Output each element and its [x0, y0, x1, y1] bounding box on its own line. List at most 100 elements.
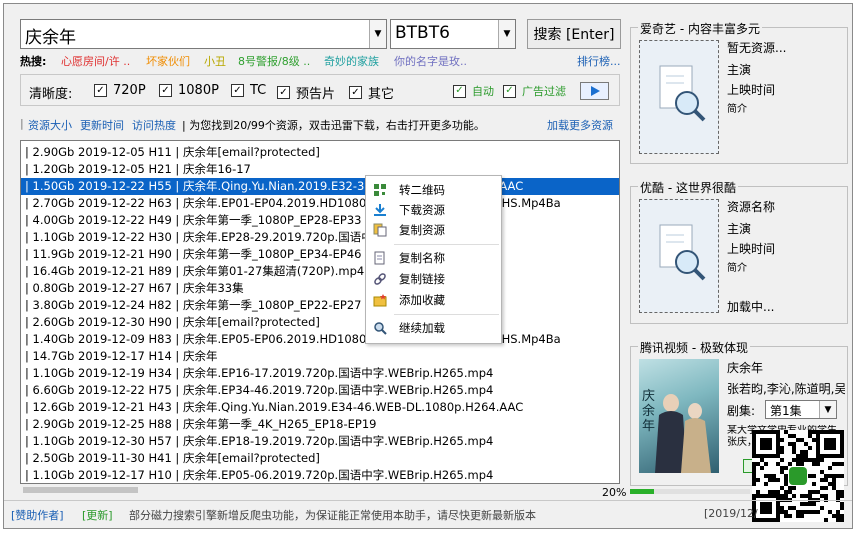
list-item[interactable]: | 2.60Gb 2019-12-30 H90 | 庆余年[email?prot… [21, 314, 619, 331]
progress-bar [630, 489, 750, 494]
list-item[interactable]: | 1.50Gb 2019-12-22 H55 | 庆余年.Qing.Yu.Ni… [21, 178, 619, 195]
result-info: | 为您找到20/99个资源，双击迅雷下载，右击打开更多功能。 [182, 119, 485, 132]
list-item[interactable]: | 2.90Gb 2019-12-25 H88 | 庆余年第一季_4K_H265… [21, 416, 619, 433]
resolution-label: 清晰度: [29, 87, 73, 102]
update-link[interactable]: [更新] [82, 507, 113, 523]
list-item[interactable]: | 2.70Gb 2019-12-22 H63 | 庆余年.EP01-EP04.… [21, 195, 619, 212]
menu-label: 复制名称 [399, 251, 445, 265]
show-title: 庆余年 [727, 361, 764, 375]
source-select[interactable]: BTBT6 ▼ [390, 19, 516, 49]
episode-select[interactable]: 第1集 ▼ [765, 400, 837, 419]
list-item[interactable]: | 1.40Gb 2019-12-09 H83 | 庆余年.EP05-EP06.… [21, 331, 619, 348]
results-list[interactable]: | 2.90Gb 2019-12-05 H11 | 庆余年[email?prot… [20, 140, 620, 484]
menu-label: 下载资源 [399, 203, 445, 217]
intro-label: 简介 [727, 263, 747, 274]
list-item[interactable]: | 1.10Gb 2019-12-17 H10 | 庆余年.EP05-06.20… [21, 467, 619, 483]
search-input[interactable]: 庆余年 ▼ [20, 19, 387, 49]
chevron-down-icon[interactable]: ▼ [498, 20, 515, 48]
list-item[interactable]: | 2.50Gb 2019-11-30 H41 | 庆余年[email?prot… [21, 450, 619, 467]
qrcode-icon [374, 184, 386, 196]
image-placeholder-icon [659, 65, 706, 122]
hot-item[interactable]: 你的名字是玫.. [394, 53, 467, 69]
link-icon [374, 273, 386, 285]
menu-item-copy-resource[interactable]: 复制资源 [366, 220, 501, 240]
status-divider [4, 500, 852, 501]
sort-by-time[interactable]: 更新时间 [80, 117, 124, 133]
auto-label: 自动 [472, 85, 494, 98]
menu-separator [394, 244, 499, 245]
filter-label: TC [250, 83, 267, 98]
list-item[interactable]: | 4.00Gb 2019-12-22 H49 | 庆余年第一季_1080P_E… [21, 212, 619, 229]
list-item[interactable]: | 11.9Gb 2019-12-21 H90 | 庆余年第一季_1080P_E… [21, 246, 619, 263]
filter-720p-checkbox[interactable]: ✓ 720P [94, 83, 146, 98]
poster-image[interactable]: 庆余年 [639, 359, 719, 473]
scrollbar-thumb[interactable] [23, 487, 138, 493]
youku-panel: 优酷 - 这世界很酷 资源名称 主演 上映时间 简介 加载中... [630, 179, 848, 324]
resource-name: 暂无资源... [727, 41, 787, 55]
list-item[interactable]: | 1.10Gb 2019-12-19 H34 | 庆余年.EP16-17.20… [21, 365, 619, 382]
filter-label: 1080P [178, 83, 219, 98]
list-item[interactable]: | 1.10Gb 2019-12-30 H57 | 庆余年.EP18-19.20… [21, 433, 619, 450]
episode-value: 第1集 [770, 404, 802, 418]
chevron-down-icon[interactable]: ▼ [369, 20, 386, 48]
filter-tc-checkbox[interactable]: ✓ TC [231, 83, 266, 98]
ranking-link[interactable]: 排行榜... [577, 53, 621, 69]
list-item[interactable]: | 3.80Gb 2019-12-24 H82 | 庆余年第一季_1080P_E… [21, 297, 619, 314]
play-button[interactable] [580, 82, 609, 100]
check-icon: ✓ [94, 84, 107, 97]
hot-item[interactable]: 坏家伙们 [146, 53, 190, 69]
menu-item-continue-load[interactable]: 继续加载 [366, 318, 501, 338]
list-item[interactable]: | 1.10Gb 2019-12-22 H30 | 庆余年.EP28-29.20… [21, 229, 619, 246]
actor-label: 主演 [727, 222, 752, 236]
menu-separator [394, 314, 499, 315]
hot-item[interactable]: 小丑 [204, 53, 226, 69]
menu-item-copy-name[interactable]: 复制名称 [366, 248, 501, 268]
qr-code-image [752, 430, 844, 522]
horizontal-scrollbar[interactable] [21, 484, 619, 496]
list-item[interactable]: | 6.60Gb 2019-12-22 H75 | 庆余年.EP34-46.20… [21, 382, 619, 399]
menu-label: 复制资源 [399, 223, 445, 237]
list-item[interactable]: | 2.90Gb 2019-12-05 H11 | 庆余年[email?prot… [21, 144, 619, 161]
sort-bar-separator: | [20, 117, 24, 130]
check-icon: ✓ [231, 84, 244, 97]
source-value: BTBT6 [395, 23, 450, 43]
hot-item[interactable]: 8号警报/8级 .. [238, 53, 310, 69]
list-item[interactable]: | 12.6Gb 2019-12-21 H43 | 庆余年.Qing.Yu.Ni… [21, 399, 619, 416]
search-button[interactable]: 搜索 [Enter] [527, 19, 621, 49]
menu-item-qrcode[interactable]: 转二维码 [366, 180, 501, 200]
list-item[interactable]: | 1.20Gb 2019-12-05 H21 | 庆余年16-17 [21, 161, 619, 178]
check-icon: ✓ [349, 86, 362, 99]
menu-label: 复制链接 [399, 272, 445, 286]
play-icon [591, 86, 600, 96]
context-menu: 转二维码 下载资源 复制资源 复制名称 复制链接 添加收藏 继续加载 [365, 175, 502, 344]
list-item[interactable]: | 0.80Gb 2019-12-27 H67 | 庆余年33集 [21, 280, 619, 297]
filter-other-checkbox[interactable]: ✓ 其它 [349, 83, 394, 102]
menu-item-download[interactable]: 下载资源 [366, 200, 501, 220]
load-more-link[interactable]: 加载更多资源 [547, 117, 613, 133]
check-icon: ✓ [159, 84, 172, 97]
menu-label: 继续加载 [399, 321, 445, 335]
hot-item[interactable]: 心愿房间/许 .. [61, 53, 130, 69]
menu-item-copy-link[interactable]: 复制链接 [366, 269, 501, 289]
menu-item-favorite[interactable]: 添加收藏 [366, 290, 501, 310]
release-date-label: 上映时间 [727, 83, 776, 97]
adfilter-checkbox[interactable]: ✓ 广告过滤 [503, 83, 566, 99]
list-item[interactable]: | 14.7Gb 2019-12-17 H14 | 庆余年 [21, 348, 619, 365]
hot-label: 热搜: [20, 55, 47, 68]
progress-text: 20% [602, 486, 627, 499]
sponsor-link[interactable]: [赞助作者] [11, 507, 64, 523]
panel-title: 爱奇艺 - 内容丰富多元 [638, 20, 762, 37]
sort-by-size[interactable]: 资源大小 [28, 117, 72, 133]
hot-item[interactable]: 奇妙的家族 [324, 53, 379, 69]
auto-checkbox[interactable]: ✓ 自动 [453, 83, 494, 99]
status-message: 部分磁力搜索引擎新增反爬虫功能，为保证能正常使用本助手，请尽快更新最新版本 [129, 509, 536, 522]
filter-trailer-checkbox[interactable]: ✓ 预告片 [277, 83, 335, 102]
list-item[interactable]: | 16.4Gb 2019-12-21 H89 | 庆余年第01-27集超清(7… [21, 263, 619, 280]
resource-name: 资源名称 [727, 200, 776, 214]
actors-text: 张若昀,李沁,陈道明,吴 [727, 382, 845, 396]
filter-1080p-checkbox[interactable]: ✓ 1080P [159, 83, 219, 98]
chevron-down-icon[interactable]: ▼ [819, 401, 836, 418]
sort-by-heat[interactable]: 访问热度 [132, 117, 176, 133]
panel-title: 优酷 - 这世界很酷 [638, 179, 738, 196]
filter-label: 其它 [368, 87, 395, 102]
